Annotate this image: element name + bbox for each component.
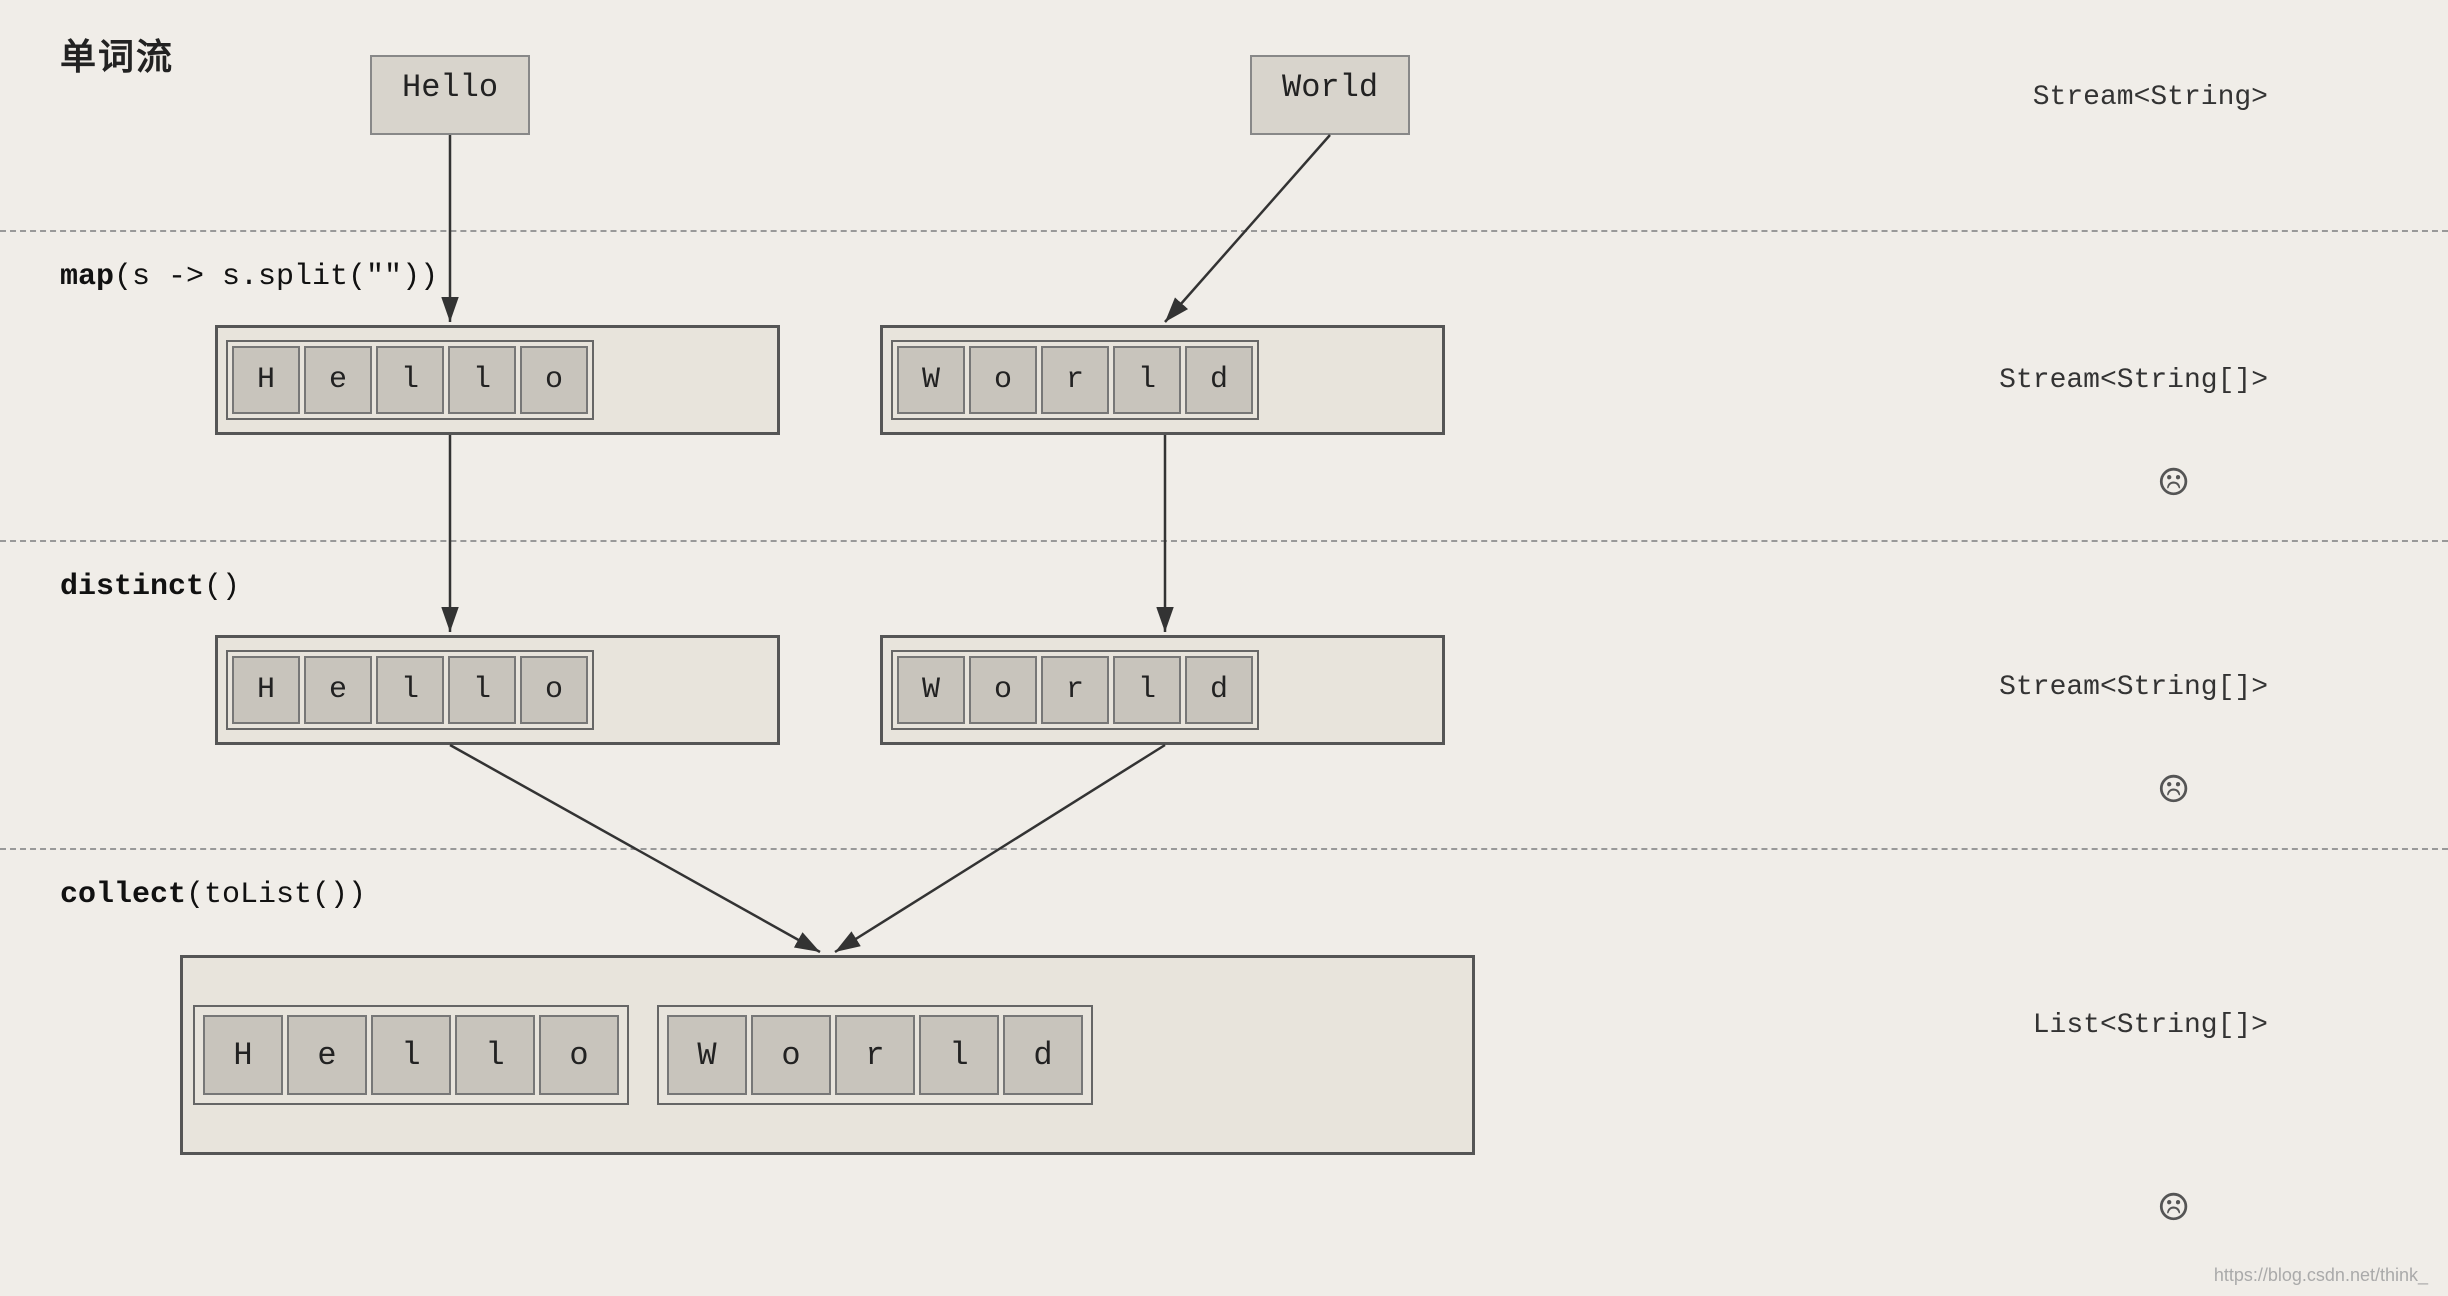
op-collect-normal: (toList()): [186, 878, 366, 912]
letter-o-r3: o: [751, 1015, 831, 1095]
letter-d-r3: d: [1003, 1015, 1083, 1095]
stream-array-label-2: Stream<String[]>: [1999, 672, 2268, 703]
letter-l-r1: l: [1113, 346, 1181, 414]
letter-l1-r2: l: [376, 656, 444, 724]
op-map-normal: (s -> s.split("")): [114, 260, 438, 294]
op-distinct-normal: (): [204, 570, 240, 604]
letter-o2-r2: o: [969, 656, 1037, 724]
letter-l2-r1: l: [448, 346, 516, 414]
hello-array-row1: H e l l o: [215, 325, 780, 435]
sad-face-3: ☹: [2159, 1180, 2188, 1239]
letter-l-r3: l: [919, 1015, 999, 1095]
world-inner-row1: W o r l d: [891, 340, 1259, 420]
op-map-label: map(s -> s.split("")): [60, 260, 438, 294]
page-title: 单词流: [60, 28, 174, 80]
world-array-row1: W o r l d: [880, 325, 1445, 435]
sad-face-1: ☹: [2159, 455, 2188, 514]
letter-l2-r2: l: [448, 656, 516, 724]
letter-r-r2: r: [1041, 656, 1109, 724]
op-distinct-bold: distinct: [60, 570, 204, 604]
list-container: H e l l o W o r l d: [180, 955, 1475, 1155]
letter-r-r3: r: [835, 1015, 915, 1095]
dashed-line-1: [0, 230, 2448, 232]
dashed-line-3: [0, 848, 2448, 850]
letter-l2-r3: l: [455, 1015, 535, 1095]
arrow-world-to-r1: [1165, 135, 1330, 322]
letter-o-r3: o: [539, 1015, 619, 1095]
world-box: World: [1250, 55, 1410, 135]
watermark: https://blog.csdn.net/think_: [2214, 1265, 2428, 1286]
letter-e-r1: e: [304, 346, 372, 414]
hello-box: Hello: [370, 55, 530, 135]
dashed-line-2: [0, 540, 2448, 542]
letter-r-r1: r: [1041, 346, 1109, 414]
letter-l-r2: l: [1113, 656, 1181, 724]
letter-o-r1: o: [520, 346, 588, 414]
hello-inner-row1: H e l l o: [226, 340, 594, 420]
op-map-bold: map: [60, 260, 114, 294]
world-array-row2: W o r l d: [880, 635, 1445, 745]
sad-face-2: ☹: [2159, 762, 2188, 821]
hello-array-row2: H e l l o: [215, 635, 780, 745]
letter-W-r1: W: [897, 346, 965, 414]
letter-e-r3: e: [287, 1015, 367, 1095]
letter-l1-r1: l: [376, 346, 444, 414]
stream-string-label: Stream<String>: [2033, 82, 2268, 113]
letter-d-r1: d: [1185, 346, 1253, 414]
stream-array-label-1: Stream<String[]>: [1999, 365, 2268, 396]
list-array-label: List<String[]>: [2033, 1010, 2268, 1041]
diagram-container: 单词流 Hello World Stream<String> map(s -> …: [0, 0, 2448, 1296]
letter-l1-r3: l: [371, 1015, 451, 1095]
letter-H-r3: H: [203, 1015, 283, 1095]
op-distinct-label: distinct(): [60, 570, 240, 604]
letter-e-r2: e: [304, 656, 372, 724]
letter-H-r2: H: [232, 656, 300, 724]
hello-inner-row2: H e l l o: [226, 650, 594, 730]
letter-o-r1: o: [969, 346, 1037, 414]
world-inner-row3: W o r l d: [657, 1005, 1093, 1105]
world-inner-row2: W o r l d: [891, 650, 1259, 730]
letter-W-r2: W: [897, 656, 965, 724]
hello-inner-row3: H e l l o: [193, 1005, 629, 1105]
op-collect-bold: collect: [60, 878, 186, 912]
letter-H-r1: H: [232, 346, 300, 414]
letter-o-r2: o: [520, 656, 588, 724]
letter-W-r3: W: [667, 1015, 747, 1095]
op-collect-label: collect(toList()): [60, 878, 366, 912]
letter-d-r2: d: [1185, 656, 1253, 724]
